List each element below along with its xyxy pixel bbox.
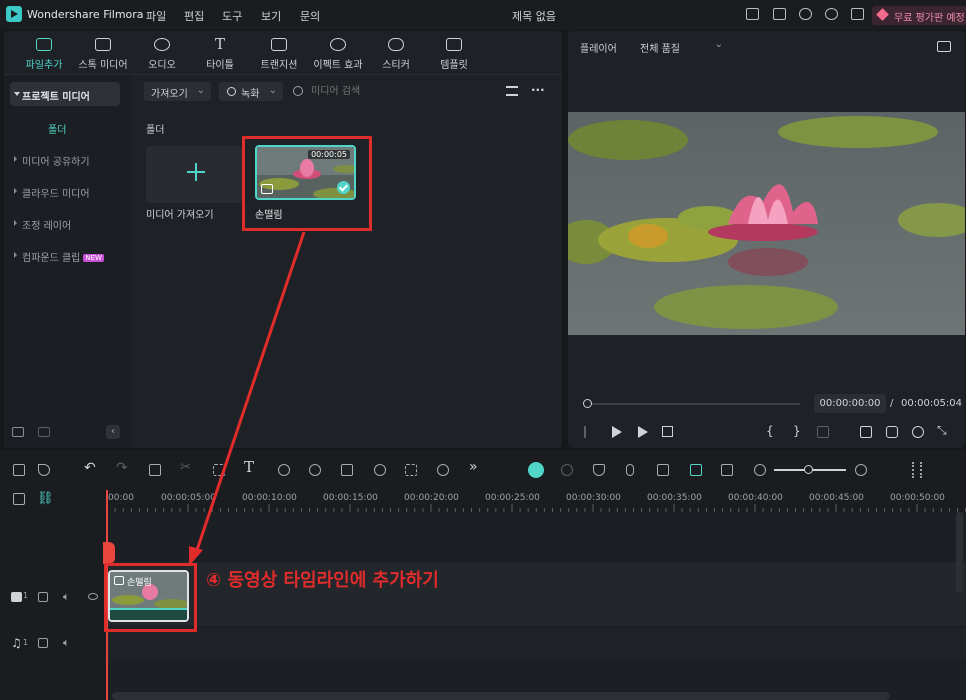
annotation-arrow (189, 231, 306, 566)
